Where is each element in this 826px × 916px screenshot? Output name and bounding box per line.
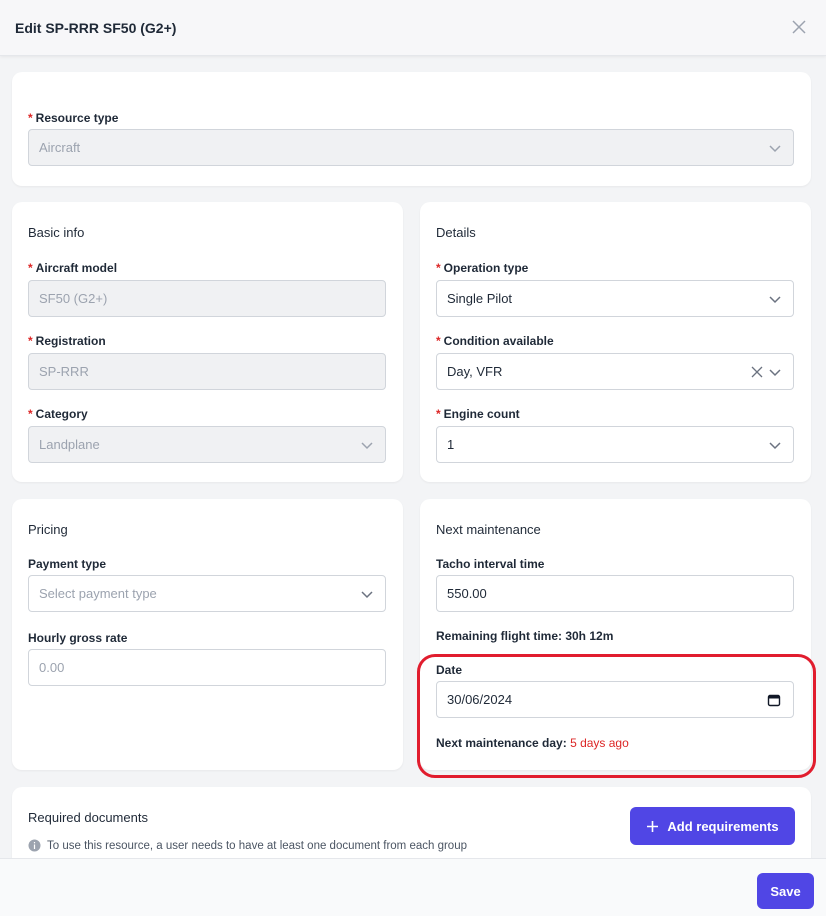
clear-icon[interactable] [751, 366, 763, 378]
modal-title: Edit SP-RRR SF50 (G2+) [15, 19, 177, 36]
save-button[interactable]: Save [757, 873, 814, 909]
details-card: Details * Operation type Single Pilot * Co… [420, 202, 811, 482]
engine-count-label: * Engine count [436, 407, 520, 421]
condition-available-select[interactable]: Day, VFR [436, 353, 794, 390]
chevron-down-icon [769, 442, 781, 450]
basic-info-title: Basic info [28, 225, 85, 240]
category-label: * Category [28, 407, 88, 421]
registration-value: SP-RRR [39, 364, 89, 379]
remaining-flight-time: Remaining flight time: 30h 12m [436, 629, 614, 643]
operation-type-select[interactable]: Single Pilot [436, 280, 794, 317]
category-select[interactable]: Landplane [28, 426, 386, 463]
chevron-down-icon [769, 145, 781, 153]
condition-available-value: Day, VFR [447, 364, 503, 379]
chevron-down-icon [361, 442, 373, 450]
payment-type-label: Payment type [28, 557, 107, 571]
basic-info-card: Basic info * Aircraft model SF50 (G2+) * R… [12, 202, 403, 482]
resource-type-card: * Resource type Aircraft [12, 72, 811, 186]
required-documents-title: Required documents [28, 810, 148, 825]
payment-type-placeholder: Select payment type [39, 586, 157, 601]
details-title: Details [436, 225, 476, 240]
category-value: Landplane [39, 437, 100, 452]
add-requirements-button[interactable]: Add requirements [630, 807, 795, 845]
pricing-card: Pricing Payment type Select payment type… [12, 499, 403, 770]
tacho-interval-label: Tacho interval time [436, 557, 545, 571]
resource-type-value: Aircraft [39, 140, 81, 155]
date-value: 30/06/2024 [447, 692, 513, 707]
next-maintenance-day: Next maintenance day: 5 days ago [436, 736, 629, 750]
modal-header: Edit SP-RRR SF50 (G2+) [0, 0, 826, 56]
chevron-down-icon [769, 369, 781, 377]
chevron-down-icon [361, 591, 373, 599]
payment-type-select[interactable]: Select payment type [28, 575, 386, 612]
pricing-title: Pricing [28, 522, 68, 537]
hourly-rate-placeholder: 0.00 [39, 660, 65, 675]
date-label: Date [436, 663, 463, 677]
next-maintenance-card: Next maintenance Tacho interval time 550… [420, 499, 811, 770]
registration-input[interactable]: SP-RRR [28, 353, 386, 390]
condition-available-label: * Condition available [436, 334, 554, 348]
operation-type-value: Single Pilot [447, 291, 513, 306]
add-requirements-label: Add requirements [667, 818, 779, 834]
hourly-rate-label: Hourly gross rate [28, 631, 128, 645]
hourly-rate-input[interactable]: 0.00 [28, 649, 386, 686]
calendar-icon[interactable] [767, 693, 781, 707]
documents-info-text: To use this resource, a user needs to ha… [47, 839, 467, 852]
aircraft-model-label: * Aircraft model [28, 261, 118, 275]
next-maintenance-day-value: 5 days ago [570, 736, 629, 750]
close-icon[interactable] [790, 18, 808, 36]
documents-info: To use this resource, a user needs to ha… [28, 839, 467, 852]
resource-type-label: * Resource type [28, 111, 119, 125]
info-icon [28, 839, 41, 852]
tacho-interval-value: 550.00 [447, 586, 487, 601]
engine-count-select[interactable]: 1 [436, 426, 794, 463]
plus-icon [647, 820, 659, 832]
next-maintenance-day-label: Next maintenance day: [436, 736, 567, 750]
registration-label: * Registration [28, 334, 106, 348]
tacho-interval-input[interactable]: 550.00 [436, 575, 794, 612]
date-input[interactable]: 30/06/2024 [436, 681, 794, 718]
engine-count-value: 1 [447, 437, 455, 452]
operation-type-label: * Operation type [436, 261, 529, 275]
resource-type-select[interactable]: Aircraft [28, 129, 794, 166]
aircraft-model-input[interactable]: SF50 (G2+) [28, 280, 386, 317]
aircraft-model-value: SF50 (G2+) [39, 291, 108, 306]
chevron-down-icon [769, 296, 781, 304]
maintenance-title: Next maintenance [436, 522, 541, 537]
modal-footer: Save [0, 858, 826, 916]
